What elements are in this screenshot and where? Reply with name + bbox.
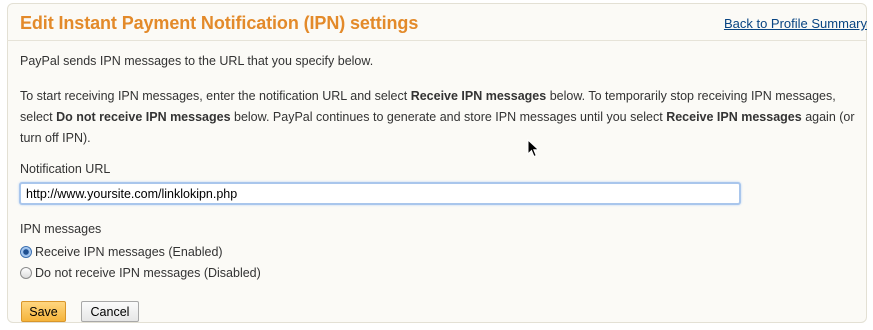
receive-ipn-label: Receive IPN messages (Enabled) (35, 245, 223, 259)
title-divider (7, 40, 867, 41)
instructions-text-3: below. PayPal continues to generate and … (230, 110, 667, 124)
do-not-receive-ipn-option[interactable]: Do not receive IPN messages (Disabled) (20, 265, 261, 281)
radio-selected-icon[interactable] (20, 246, 32, 258)
notification-url-label: Notification URL (20, 162, 111, 176)
instructions-text-1: To start receiving IPN messages, enter t… (20, 89, 411, 103)
mouse-pointer-icon (527, 139, 540, 158)
cancel-button[interactable]: Cancel (81, 301, 139, 322)
notification-url-input[interactable] (19, 182, 741, 205)
instructions-bold-receive-again: Receive IPN messages (666, 110, 802, 124)
page-title: Edit Instant Payment Notification (IPN) … (20, 13, 419, 33)
intro-text: PayPal sends IPN messages to the URL tha… (20, 54, 374, 68)
ipn-messages-label: IPN messages (20, 222, 102, 236)
instructions-text: To start receiving IPN messages, enter t… (20, 86, 862, 149)
radio-unselected-icon[interactable] (20, 267, 32, 279)
save-button[interactable]: Save (21, 301, 66, 322)
back-to-profile-summary-link[interactable]: Back to Profile Summary (724, 16, 867, 31)
receive-ipn-option[interactable]: Receive IPN messages (Enabled) (20, 244, 223, 260)
instructions-bold-do-not-receive: Do not receive IPN messages (56, 110, 231, 124)
instructions-bold-receive: Receive IPN messages (410, 89, 547, 103)
do-not-receive-ipn-label: Do not receive IPN messages (Disabled) (35, 266, 261, 280)
